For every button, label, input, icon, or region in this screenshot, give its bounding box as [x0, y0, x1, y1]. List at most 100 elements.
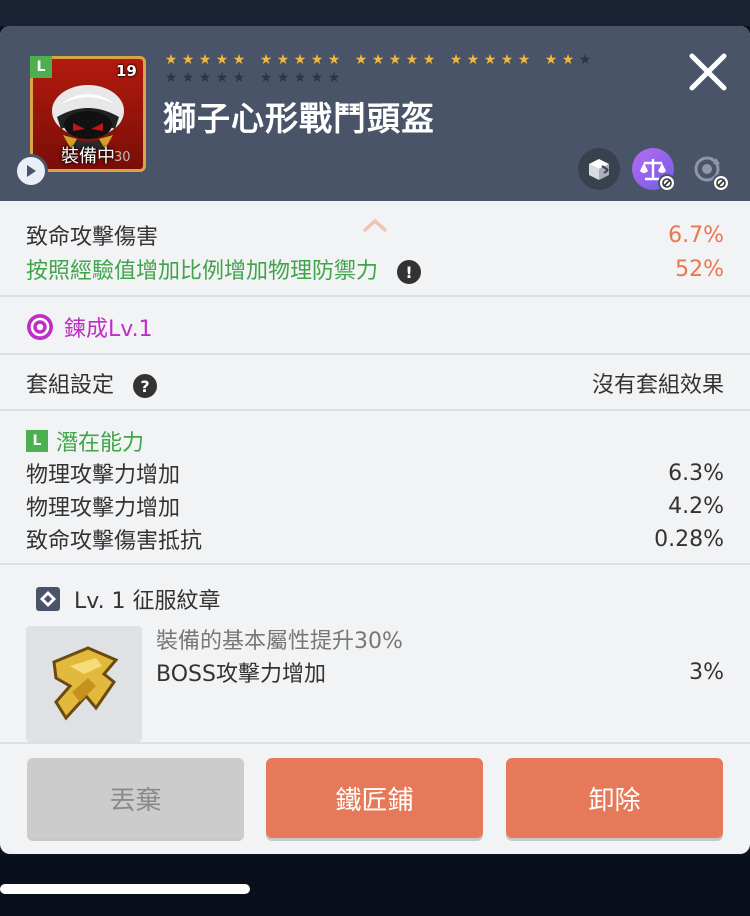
unequip-button[interactable]: 卸除: [506, 758, 723, 838]
divider: [0, 742, 750, 744]
star-filled-icon: ★: [164, 52, 178, 68]
star-filled-icon: ★: [561, 52, 575, 68]
star-filled-icon: ★: [327, 52, 341, 68]
star-filled-icon: ★: [310, 52, 324, 68]
star-empty-icon: ★: [164, 70, 178, 86]
info-icon[interactable]: !: [397, 260, 422, 284]
star-filled-icon: ★: [181, 52, 195, 68]
star-empty-icon: ★: [259, 70, 273, 86]
emblem-title: Lv. 1 征服紋章: [74, 589, 221, 614]
star-empty-icon: ★: [198, 70, 212, 86]
set-value: 沒有套組效果: [591, 373, 724, 398]
stat-row: 致命攻擊傷害 6.7%: [26, 219, 724, 251]
box-transfer-icon: [589, 159, 609, 180]
emblem-stat-label: BOSS攻擊力增加: [156, 662, 326, 687]
refine-icon: [27, 314, 53, 340]
refine-row: 鍊成Lv.1: [26, 311, 724, 343]
emblem-stat-row: BOSS攻擊力增加 3%: [156, 656, 724, 688]
potential-label: 物理攻擊力增加: [26, 463, 181, 488]
potential-grade-badge: L: [26, 430, 48, 452]
potential-value: 0.28%: [654, 526, 724, 552]
stat-label: 致命攻擊傷害: [26, 225, 159, 250]
emblem-stat-value: 3%: [689, 659, 724, 685]
stat-label: 按照經驗值增加比例增加物理防禦力: [26, 259, 379, 284]
play-icon: [27, 165, 36, 177]
stat-value: 6.7%: [668, 222, 724, 248]
game-backdrop-top: [0, 0, 750, 26]
potential-value: 6.3%: [668, 460, 724, 486]
star-filled-icon: ★: [483, 52, 497, 68]
star-filled-icon: ★: [259, 52, 273, 68]
close-icon[interactable]: [684, 48, 732, 96]
refine-section: 鍊成Lv.1: [0, 297, 750, 355]
potential-line: 致命攻擊傷害抵抗 0.28%: [26, 523, 724, 555]
transfer-box-button[interactable]: [578, 148, 620, 190]
star-filled-icon: ★: [405, 52, 419, 68]
star-empty-icon: ★: [232, 70, 246, 86]
emblem-thumbnail[interactable]: [26, 626, 142, 742]
star-group-gap: [439, 52, 449, 70]
star-filled-icon: ★: [422, 52, 436, 68]
potential-line: 物理攻擊力增加 4.2%: [26, 490, 724, 522]
star-group-gap: [534, 52, 544, 70]
star-empty-icon: ★: [578, 52, 592, 68]
star-filled-icon: ★: [354, 52, 368, 68]
star-filled-icon: ★: [517, 52, 531, 68]
star-filled-icon: ★: [215, 52, 229, 68]
set-row: 套組設定 ? 沒有套組效果: [26, 367, 724, 399]
emblem-desc-row: 裝備的基本屬性提升30%: [156, 623, 724, 655]
star-filled-icon: ★: [388, 52, 402, 68]
star-filled-icon: ★: [198, 52, 212, 68]
emblem-icon: [52, 646, 119, 721]
refine-level: 鍊成Lv.1: [64, 317, 153, 342]
star-empty-icon: ★: [181, 70, 195, 86]
potential-header: L 潛在能力: [26, 425, 724, 457]
stat-row: 按照經驗值增加比例增加物理防禦力 ! 52%: [26, 253, 724, 285]
emblem-header: Lv. 1 征服紋章: [34, 583, 724, 615]
reset-button[interactable]: [686, 148, 730, 192]
emblem-diamond-icon: [36, 587, 60, 611]
star-filled-icon: ★: [371, 52, 385, 68]
help-icon[interactable]: ?: [133, 374, 158, 398]
star-filled-icon: ★: [449, 52, 463, 68]
home-indicator-bar[interactable]: [0, 884, 250, 894]
potential-line: 物理攻擊力增加 6.3%: [26, 457, 724, 489]
star-empty-icon: ★: [276, 70, 290, 86]
blacksmith-button[interactable]: 鐵匠鋪: [266, 758, 483, 838]
upgrade-count: 19: [116, 62, 137, 80]
stats-section: 致命攻擊傷害 6.7% 按照經驗值增加比例增加物理防禦力 ! 52%: [0, 201, 750, 297]
potential-label: 物理攻擊力增加: [26, 496, 181, 521]
star-empty-icon: ★: [215, 70, 229, 86]
set-label: 套組設定: [26, 373, 115, 398]
item-detail-panel: L 19 裝備中 30 ★ ★ ★ ★ ★ ★ ★ ★ ★ ★ ★ ★ ★ ★ ★ ★ ★ ★ ★ ★ ★ ★ ★ ★ ★ ★ ★…: [0, 26, 750, 854]
star-group-gap: [249, 70, 259, 88]
star-filled-icon: ★: [293, 52, 307, 68]
lock-icon: [712, 174, 730, 192]
star-filled-icon: ★: [466, 52, 480, 68]
star-filled-icon: ★: [276, 52, 290, 68]
potential-value: 4.2%: [668, 493, 724, 519]
star-row: ★ ★ ★ ★ ★ ★ ★ ★ ★ ★ ★ ★ ★ ★ ★ ★ ★ ★ ★ ★ ★ ★ ★: [164, 52, 595, 70]
item-header: L 19 裝備中 30 ★ ★ ★ ★ ★ ★ ★ ★ ★ ★ ★ ★ ★ ★ ★ ★ ★ ★ ★ ★ ★ ★ ★ ★ ★ ★ ★…: [0, 26, 750, 201]
star-filled-icon: ★: [232, 52, 246, 68]
preview-play-button[interactable]: [14, 154, 48, 188]
star-group-gap: [344, 52, 354, 70]
potential-title: 潛在能力: [56, 431, 145, 456]
star-empty-icon: ★: [293, 70, 307, 86]
star-empty-icon: ★: [310, 70, 324, 86]
discard-button[interactable]: 丟棄: [27, 758, 244, 838]
star-filled-icon: ★: [544, 52, 558, 68]
potential-grade-badge: L: [30, 56, 52, 78]
star-force-rating: ★ ★ ★ ★ ★ ★ ★ ★ ★ ★ ★ ★ ★ ★ ★ ★ ★ ★ ★ ★ ★ ★ ★ ★ ★ ★ ★ ★ ★ ★ ★ ★ ★: [164, 52, 595, 88]
potential-label: 致命攻擊傷害抵抗: [26, 529, 203, 554]
potential-section: L 潛在能力 物理攻擊力增加 6.3% 物理攻擊力增加 4.2% 致命攻擊傷害抵…: [0, 411, 750, 565]
trade-scale-button[interactable]: [632, 148, 676, 192]
durability-value: 30: [114, 150, 131, 165]
stat-value: 52%: [675, 256, 724, 282]
star-filled-icon: ★: [500, 52, 514, 68]
lock-icon: [658, 174, 676, 192]
star-group-gap: [249, 52, 259, 70]
item-name: 獅子心形戰鬥頭盔: [163, 99, 435, 138]
set-section: 套組設定 ? 沒有套組效果: [0, 355, 750, 411]
emblem-desc: 裝備的基本屬性提升30%: [156, 629, 403, 654]
